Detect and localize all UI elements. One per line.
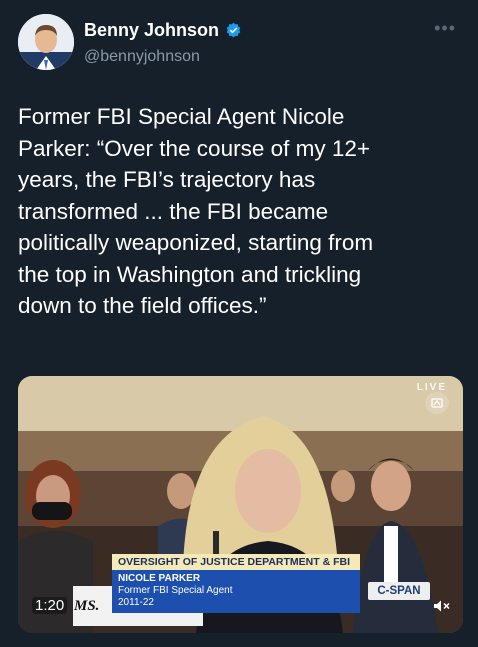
avatar-portrait-icon — [18, 14, 74, 70]
live-badge: LIVE — [416, 382, 447, 393]
broadcast-glyph-icon — [431, 398, 443, 408]
tweet-text: Former FBI Special Agent Nicole Parker: … — [18, 104, 374, 318]
lower-third-title: OVERSIGHT OF JUSTICE DEPARTMENT & FBI — [112, 554, 360, 570]
author-display-name[interactable]: Benny Johnson — [84, 20, 219, 41]
lower-third-body: NICOLE PARKER Former FBI Special Agent 2… — [112, 570, 360, 613]
speaker-years: 2011-22 — [118, 597, 154, 608]
author-avatar[interactable] — [18, 14, 74, 70]
cspan-logo: C-SPAN — [368, 582, 430, 600]
video-timer: 1:20 — [32, 597, 68, 614]
speaker-role: Former FBI Special Agent — [118, 585, 233, 596]
tweet-header: Benny Johnson @bennyjohnson ••• — [18, 14, 458, 74]
nameplate-text: MS. — [74, 598, 100, 614]
author-handle[interactable]: @bennyjohnson — [84, 48, 200, 66]
verified-badge-icon — [226, 22, 241, 38]
speaker-muted-icon[interactable] — [433, 599, 451, 613]
speaker-name: NICOLE PARKER — [118, 573, 201, 584]
tweet-card: Benny Johnson @bennyjohnson ••• Former F… — [0, 0, 478, 647]
name-row: Benny Johnson — [84, 20, 242, 41]
broadcast-icon[interactable] — [425, 392, 449, 414]
more-horizontal-icon[interactable]: ••• — [434, 18, 456, 39]
lower-third: OVERSIGHT OF JUSTICE DEPARTMENT & FBI NI… — [112, 554, 360, 613]
video-player[interactable]: LIVE OVERSIGHT OF JUSTICE DEPARTMENT & F… — [18, 376, 463, 633]
